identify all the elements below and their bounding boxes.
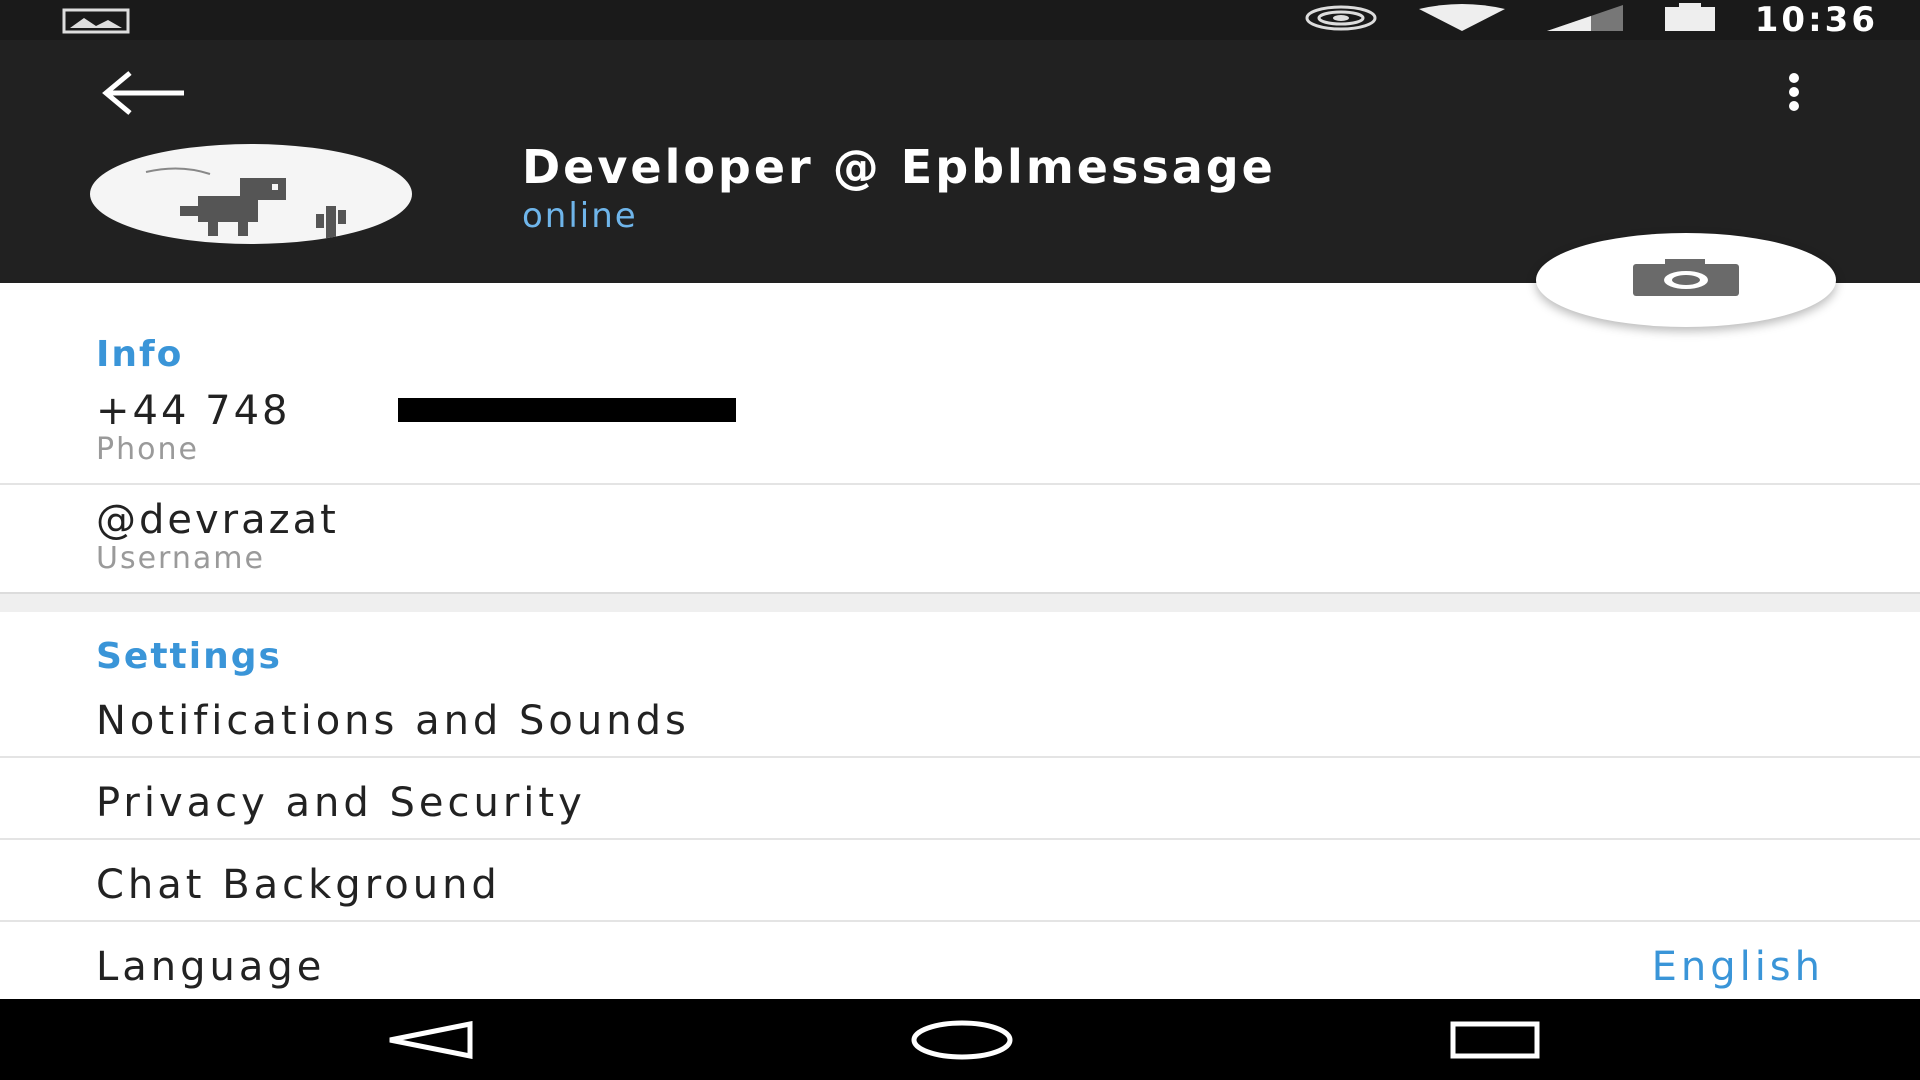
setting-language[interactable]: Language English: [0, 922, 1920, 1002]
setting-label: Privacy and Security: [96, 780, 586, 826]
image-notification-icon: [62, 8, 130, 38]
nav-recents-button[interactable]: [1450, 1021, 1540, 1063]
system-nav-bar: [0, 999, 1920, 1080]
nav-back-button[interactable]: [384, 1020, 474, 1063]
redacted-block: [398, 398, 736, 422]
language-value: English: [1651, 944, 1824, 990]
profile-name: Developer @ Epblmessage: [522, 140, 1276, 194]
dinosaur-avatar-icon: [145, 167, 346, 244]
triangle-back-icon: [389, 1020, 473, 1060]
phone-label: Phone: [96, 432, 199, 467]
more-menu-icon[interactable]: [1774, 68, 1814, 124]
setting-privacy-security[interactable]: Privacy and Security: [0, 758, 1920, 838]
status-bar: 10:36: [0, 0, 1920, 40]
status-time: 10:36: [1754, 0, 1878, 40]
info-section-title: Info: [96, 334, 184, 375]
circle-home-icon: [911, 1020, 1013, 1060]
nav-home-button[interactable]: [910, 1019, 1014, 1065]
battery-icon: [1663, 3, 1717, 37]
divider: [0, 483, 1920, 485]
square-recents-icon: [1450, 1021, 1540, 1059]
camera-icon: [1631, 258, 1741, 302]
cell-signal-icon: [1545, 3, 1625, 37]
username-value[interactable]: @devrazat: [96, 497, 339, 543]
online-status: online: [522, 196, 638, 236]
back-arrow-icon[interactable]: [100, 68, 190, 118]
username-label: Username: [96, 541, 265, 576]
section-separator: [0, 592, 1920, 612]
setting-notifications-sounds[interactable]: Notifications and Sounds: [0, 676, 1920, 756]
hotspot-icon: [1303, 4, 1379, 36]
avatar[interactable]: [90, 144, 412, 244]
wifi-icon: [1417, 3, 1507, 37]
settings-section-title: Settings: [96, 636, 282, 677]
set-photo-button[interactable]: [1536, 233, 1836, 327]
setting-label: Chat Background: [96, 862, 501, 908]
setting-label: Notifications and Sounds: [96, 698, 690, 744]
setting-label: Language: [96, 944, 326, 990]
setting-chat-background[interactable]: Chat Background: [0, 840, 1920, 920]
phone-value[interactable]: +44 748: [96, 388, 290, 434]
